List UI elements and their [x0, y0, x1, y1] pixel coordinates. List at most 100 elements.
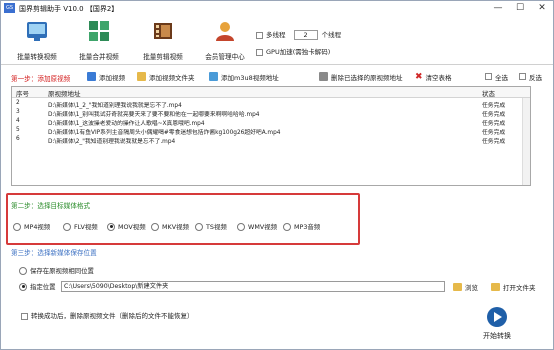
browse-button[interactable]: 浏览	[453, 282, 478, 292]
step1-label: 第一步：添加原视频	[11, 75, 71, 83]
radio-same-location[interactable]	[19, 266, 27, 275]
radio-ts[interactable]	[195, 222, 203, 231]
multithread-checkbox[interactable]	[256, 31, 263, 39]
delete-after-checkbox[interactable]	[21, 312, 28, 320]
col-no: 序号	[16, 90, 29, 98]
folder-icon	[137, 72, 146, 81]
radio-wmv[interactable]	[237, 222, 245, 231]
batch-convert-button[interactable]: 批量转换视频	[9, 19, 65, 63]
format-mp4-label: MP4视频	[24, 223, 51, 231]
format-flv-radio[interactable]: FLV视频	[63, 222, 98, 231]
select-all-option[interactable]: 全选	[485, 71, 508, 82]
radio-mov[interactable]	[107, 222, 115, 231]
delete-icon	[319, 72, 328, 81]
save-path-input[interactable]: C:\Users\5090\Desktop\新建文件夹	[61, 281, 445, 292]
minimize-button[interactable]: —	[487, 2, 509, 14]
close-button[interactable]: ✕	[531, 2, 553, 14]
format-mkv-radio[interactable]: MKV视频	[151, 222, 189, 231]
open-folder-button[interactable]: 打开文件夹	[491, 282, 536, 292]
format-wmv-label: WMV视频	[248, 223, 277, 231]
format-wmv-radio[interactable]: WMV视频	[237, 222, 277, 231]
radio-mp3[interactable]	[283, 222, 291, 231]
add-m3u8-button[interactable]: 添加m3u8视频地址	[209, 71, 279, 82]
row-path: D:\新媒体\1_这波操老爱动的操作让人歌唱~X真恩哦吧.mp4	[48, 121, 205, 127]
format-ts-label: TS视频	[206, 223, 227, 231]
format-ts-radio[interactable]: TS视频	[195, 222, 227, 231]
gpu-label: GPU加速(需独卡解码)	[266, 48, 331, 56]
clear-table-button[interactable]: ✖ 清空表格	[415, 71, 452, 82]
radio-specify-location[interactable]	[19, 282, 27, 291]
row-no: 4	[16, 118, 20, 124]
maximize-button[interactable]: ☐	[509, 2, 531, 14]
row-status: 任务完成	[482, 112, 506, 118]
multithread-option[interactable]: 多线程 2 个线程	[256, 29, 341, 40]
table-row[interactable]: 6 D:\新媒体\2_"我知道别理我说我就是忘不了.mp4 任务完成	[12, 136, 530, 145]
gpu-checkbox[interactable]	[256, 48, 263, 56]
start-convert-label: 开始转换	[483, 332, 511, 340]
delete-after-option[interactable]: 转换成功后，删除原视频文件（删除后的文件不能恢复）	[21, 310, 194, 320]
add-video-button[interactable]: 添加视频	[87, 71, 125, 82]
batch-merge-label: 批量合并视频	[79, 53, 119, 61]
batch-edit-label: 批量剪辑视频	[143, 53, 183, 61]
row-no: 6	[16, 136, 20, 142]
format-mp4-radio[interactable]: MP4视频	[13, 222, 50, 231]
format-mov-label: MOV视频	[118, 223, 146, 231]
add-video-label: 添加视频	[99, 73, 125, 82]
app-logo-icon: GS	[4, 3, 15, 13]
row-path: D:\新媒体\1_别叫我试芬奇就亮要天来了要不要和他在一起哪要来啊啊哈哈哈.mp…	[48, 112, 260, 118]
clear-x-icon: ✖	[415, 71, 423, 82]
radio-mp4[interactable]	[13, 222, 21, 231]
same-location-radio[interactable]: 保存在原视频相同位置	[19, 266, 94, 275]
batch-convert-icon	[25, 19, 49, 43]
toolbar: 批量转换视频 批量合并视频 批量剪辑视频 会员管理中心 多线程 2 个线程 GPU…	[1, 15, 553, 65]
thread-unit-label: 个线程	[321, 31, 342, 39]
start-convert-button[interactable]: 开始转换	[459, 307, 535, 347]
member-center-button[interactable]: 会员管理中心	[197, 19, 253, 63]
row-no: 3	[16, 109, 20, 115]
row-status: 任务完成	[482, 103, 506, 109]
table-row[interactable]: 5 D:\新媒体\1有鱼VIP系列主音隔周头小偶耀喝#零食迷想包括炸酱kg100…	[12, 127, 530, 136]
invert-checkbox[interactable]	[519, 73, 526, 80]
thread-count-input[interactable]: 2	[293, 30, 318, 40]
select-all-checkbox[interactable]	[485, 73, 492, 80]
same-location-label: 保存在原视频相同位置	[30, 267, 94, 275]
row-no: 2	[16, 100, 20, 106]
table-header: 序号 原视频地址 状态	[12, 87, 530, 98]
format-flv-label: FLV视频	[74, 223, 98, 231]
member-center-label: 会员管理中心	[205, 53, 245, 61]
row-status: 任务完成	[482, 130, 506, 136]
batch-edit-button[interactable]: 批量剪辑视频	[135, 19, 191, 63]
delete-selected-label: 删除已选择的原视频地址	[331, 73, 403, 82]
row-path: D:\新媒体\2_"我知道别理我说我就是忘不了.mp4	[48, 139, 176, 145]
window-title: 国界剪辑助手 V10.0 【国界2】	[19, 5, 119, 13]
add-m3u8-label: 添加m3u8视频地址	[221, 73, 279, 82]
format-mov-radio[interactable]: MOV视频	[107, 222, 146, 231]
batch-merge-button[interactable]: 批量合并视频	[71, 19, 127, 63]
row-path: D:\新媒体\1有鱼VIP系列主音隔周头小偶耀喝#零食迷想包括炸酱kg100g2…	[48, 130, 281, 136]
row-no: 5	[16, 127, 20, 133]
browse-label: 浏览	[465, 284, 478, 292]
table-row[interactable]: 2 D:\新媒体\1_2_"我知道别理我说我就是忘不了.mp4 任务完成	[12, 100, 530, 109]
member-user-icon	[213, 19, 237, 43]
radio-flv[interactable]	[63, 222, 71, 231]
add-folder-button[interactable]: 添加视频文件夹	[137, 71, 195, 82]
film-clip-icon	[151, 19, 175, 43]
table-row[interactable]: 4 D:\新媒体\1_这波操老爱动的操作让人歌唱~X真恩哦吧.mp4 任务完成	[12, 118, 530, 127]
radio-mkv[interactable]	[151, 222, 159, 231]
video-table[interactable]: 序号 原视频地址 状态 2 D:\新媒体\1_2_"我知道别理我说我就是忘不了.…	[11, 86, 531, 186]
step2-label: 第二步：选择目标媒体格式	[11, 202, 91, 210]
table-scrollbar[interactable]	[522, 98, 530, 185]
specify-location-radio[interactable]: 指定位置	[19, 282, 56, 291]
select-all-label: 全选	[495, 73, 508, 82]
clear-table-label: 清空表格	[425, 73, 452, 82]
specify-location-label: 指定位置	[30, 283, 56, 291]
link-icon	[209, 72, 218, 81]
invert-option[interactable]: 反选	[519, 71, 542, 82]
delete-selected-button[interactable]: 删除已选择的原视频地址	[319, 71, 403, 82]
table-row[interactable]: 3 D:\新媒体\1_别叫我试芬奇就亮要天来了要不要和他在一起哪要来啊啊哈哈哈.…	[12, 109, 530, 118]
batch-merge-icon	[87, 19, 111, 43]
format-mp3-label: MP3音频	[294, 223, 321, 231]
row-status: 任务完成	[482, 139, 506, 145]
format-mp3-radio[interactable]: MP3音频	[283, 222, 320, 231]
gpu-option[interactable]: GPU加速(需独卡解码)	[256, 46, 330, 56]
